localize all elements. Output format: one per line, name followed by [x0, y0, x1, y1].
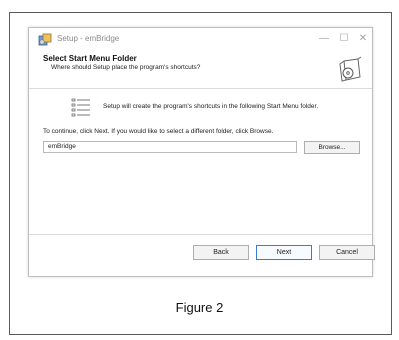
- next-button[interactable]: Next: [256, 245, 312, 260]
- figure-frame: Setup - emBridge — ☐ ✕ Select Start Menu…: [9, 12, 392, 335]
- window-title: Setup - emBridge: [57, 34, 120, 43]
- list-icon: [71, 97, 91, 117]
- setup-dialog: Setup - emBridge — ☐ ✕ Select Start Menu…: [28, 27, 375, 277]
- start-menu-folder-input[interactable]: emBridge: [43, 141, 297, 153]
- setup-app-icon: [38, 33, 52, 47]
- back-button[interactable]: Back: [193, 245, 249, 260]
- close-icon[interactable]: ✕: [355, 32, 371, 46]
- minimize-icon[interactable]: —: [316, 32, 332, 46]
- page-subtitle: Where should Setup place the program's s…: [51, 64, 201, 71]
- cancel-button[interactable]: Cancel: [319, 245, 375, 260]
- intro-text: Setup will create the program's shortcut…: [103, 103, 319, 110]
- continue-text: To continue, click Next. If you would li…: [43, 128, 274, 135]
- cd-box-icon: [336, 55, 364, 83]
- wizard-header: Select Start Menu Folder Where should Se…: [29, 52, 372, 89]
- maximize-icon[interactable]: ☐: [336, 32, 352, 46]
- wizard-body: Setup will create the program's shortcut…: [29, 89, 372, 229]
- footer-divider: [29, 234, 372, 235]
- page-title: Select Start Menu Folder: [43, 54, 137, 63]
- browse-button[interactable]: Browse...: [304, 141, 360, 154]
- titlebar: Setup - emBridge — ☐ ✕: [29, 28, 372, 52]
- figure-caption: Figure 2: [175, 300, 224, 315]
